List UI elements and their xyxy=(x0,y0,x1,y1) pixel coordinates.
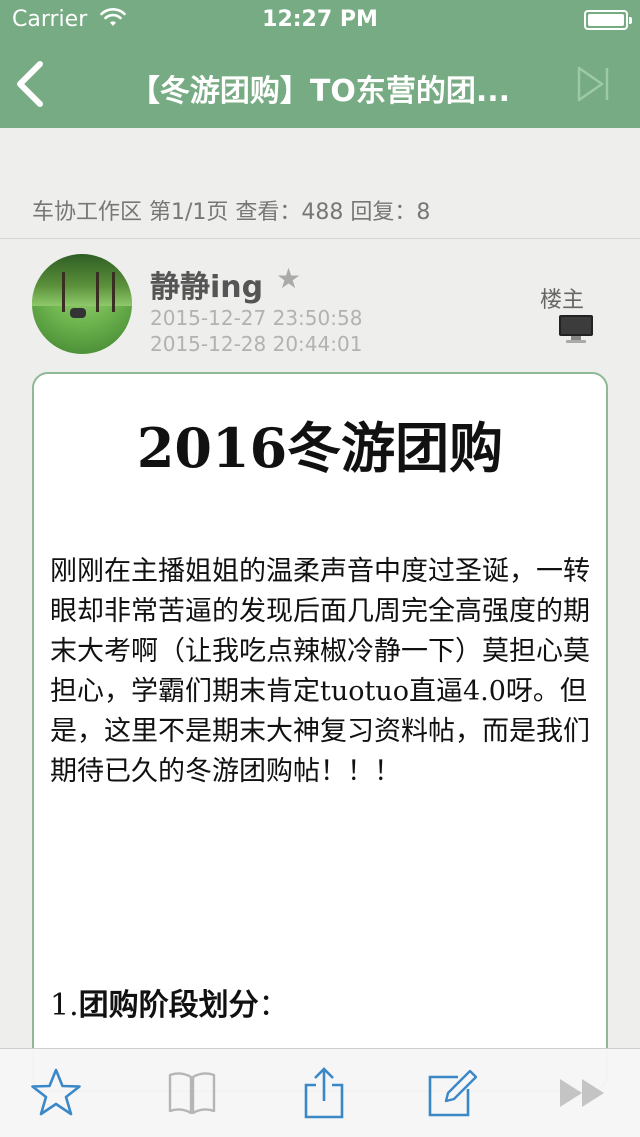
star-icon: ★ xyxy=(276,262,302,295)
thread-info: 车协工作区 第1/1页 查看：488 回复：8 xyxy=(32,200,431,225)
section-title: 1.团购阶段划分： xyxy=(50,980,289,1024)
battery-icon xyxy=(584,10,632,30)
posted-time: 2015-12-27 23:50:58 xyxy=(150,306,363,330)
bottom-toolbar xyxy=(0,1048,640,1137)
section-number: 1. xyxy=(50,988,79,1023)
page-title: 【冬游团购】TO东营的团... xyxy=(129,74,511,106)
section-title-text: 团购阶段划分 xyxy=(78,988,259,1023)
last-page-button[interactable] xyxy=(576,64,612,104)
author-name[interactable]: 静静ing xyxy=(150,262,263,306)
edited-time: 2015-12-28 20:44:01 xyxy=(150,332,363,356)
clock: 12:27 PM xyxy=(262,7,378,32)
post-body: 刚刚在主播姐姐的温柔声音中度过圣诞，一转眼却非常苦逼的发现后面几周完全高强度的期… xyxy=(50,556,590,787)
status-bar: Carrier 12:27 PM xyxy=(0,0,640,40)
post-content-card: 2016冬游团购 刚刚在主播姐姐的温柔声音中度过圣诞，一转眼却非常苦逼的发现后面… xyxy=(32,372,608,1092)
edit-icon[interactable] xyxy=(424,1065,480,1121)
avatar[interactable] xyxy=(32,254,132,354)
section-colon: ： xyxy=(258,988,289,1023)
top-bar: Carrier 12:27 PM 【冬游团购】TO东营的团... xyxy=(0,0,640,128)
divider xyxy=(0,238,640,239)
back-button[interactable] xyxy=(10,58,54,110)
share-icon[interactable] xyxy=(296,1065,352,1121)
book-icon[interactable] xyxy=(164,1065,220,1121)
next-page-icon[interactable] xyxy=(556,1065,612,1121)
star-icon[interactable] xyxy=(28,1065,84,1121)
post-heading: 2016冬游团购 xyxy=(136,416,504,480)
floor-label: 楼主 xyxy=(540,288,585,313)
desktop-computer-icon xyxy=(559,315,593,343)
navigation-bar: 【冬游团购】TO东营的团... xyxy=(0,40,640,128)
